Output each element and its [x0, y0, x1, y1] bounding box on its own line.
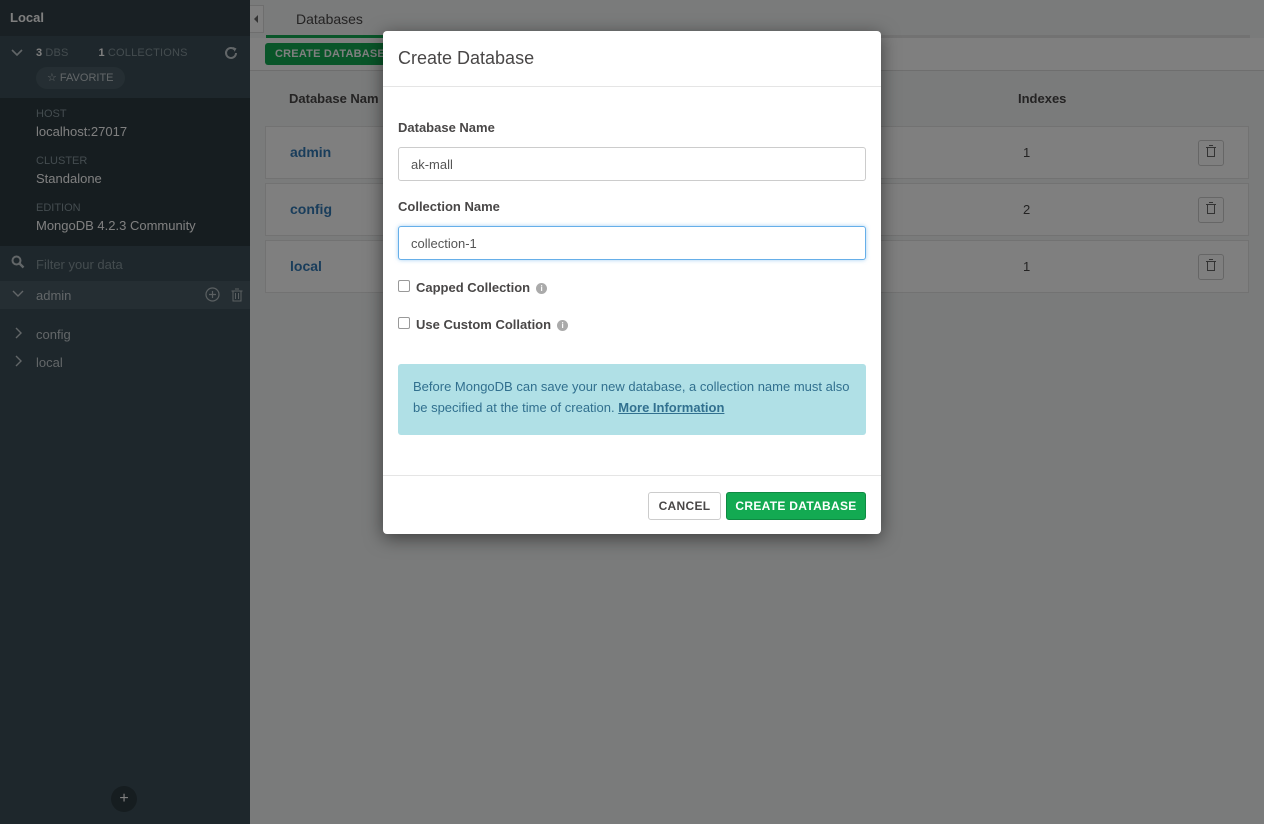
database-name-input[interactable] [398, 147, 866, 181]
cancel-button[interactable]: CANCEL [648, 492, 721, 520]
custom-collation-label: Use Custom Collation [416, 317, 552, 332]
info-icon[interactable]: i [536, 283, 548, 294]
modal-title: Create Database [383, 31, 881, 87]
collection-name-input[interactable] [398, 226, 866, 260]
info-alert: Before MongoDB can save your new databas… [398, 364, 866, 435]
capped-collection-checkbox[interactable] [398, 280, 410, 292]
info-icon[interactable]: i [557, 320, 569, 331]
capped-collection-label: Capped Collection [416, 280, 531, 295]
custom-collation-checkbox[interactable] [398, 317, 410, 329]
modal-body: Database Name Collection Name Capped Col… [398, 103, 866, 459]
collection-name-label: Collection Name [398, 199, 500, 214]
database-name-label: Database Name [398, 120, 495, 135]
create-database-modal: Create Database Database Name Collection… [383, 31, 881, 534]
more-information-link[interactable]: More Information [618, 400, 724, 415]
modal-footer: CANCEL CREATE DATABASE [383, 475, 881, 534]
confirm-create-database-button[interactable]: CREATE DATABASE [726, 492, 866, 520]
